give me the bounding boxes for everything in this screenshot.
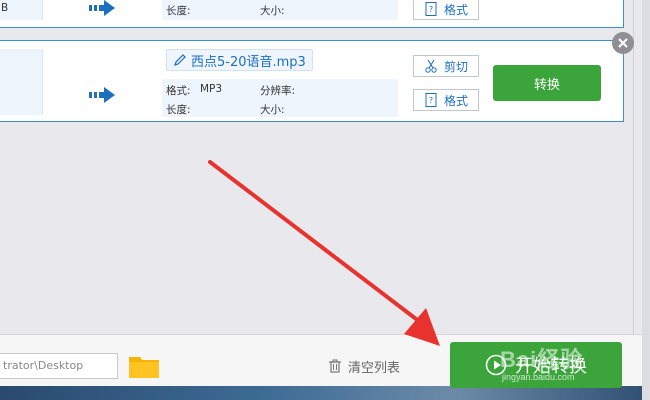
convert-arrow-icon [89, 87, 115, 103]
size-label: 大小: [260, 5, 285, 17]
format-value: MP3 [200, 83, 223, 95]
svg-text:?: ? [429, 96, 433, 105]
output-path-text: trator\Desktop [3, 359, 84, 372]
length-label: 长度: [166, 104, 191, 116]
format-button-label: 格式 [443, 93, 468, 108]
resolution-label: 分辨率: [260, 85, 296, 97]
file-name: 西点5-20语音.mp3 [191, 54, 306, 70]
convert-arrow-icon [89, 0, 115, 16]
file-thumbnail [0, 49, 43, 115]
start-convert-button[interactable]: 开始转换 [450, 342, 622, 388]
cut-button[interactable]: 剪切 [413, 55, 479, 77]
partial-text: B [1, 2, 9, 14]
desktop-background [0, 386, 650, 400]
pencil-icon [174, 54, 186, 66]
file-list: B 长度: 大小: ? 格式 西点5-20语音.mp3 格式: MP3 分辨率:… [0, 0, 642, 334]
file-thumbnail: B [0, 0, 43, 20]
clear-list-label: 清空列表 [348, 360, 401, 376]
format-file-icon: ? [425, 2, 437, 16]
start-convert-label: 开始转换 [515, 356, 587, 377]
convert-button[interactable]: 转换 [493, 65, 601, 101]
file-card: 西点5-20语音.mp3 格式: MP3 分辨率: 长度: 大小: 剪切 ? 格… [0, 40, 624, 122]
file-card-previous: B 长度: 大小: ? 格式 [0, 0, 624, 28]
output-path-input[interactable]: trator\Desktop [0, 353, 118, 379]
play-circle-icon [485, 354, 507, 376]
clear-list-button[interactable]: 清空列表 [328, 357, 401, 376]
format-label: 格式: [166, 85, 191, 97]
window-edge [642, 0, 650, 400]
length-label: 长度: [166, 5, 191, 17]
format-button[interactable]: ? 格式 [413, 89, 479, 111]
trash-icon [329, 359, 341, 373]
svg-text:?: ? [429, 5, 433, 14]
folder-icon[interactable] [128, 353, 160, 379]
remove-file-button[interactable] [612, 32, 634, 54]
scissors-icon [425, 59, 437, 73]
size-label: 大小: [260, 104, 285, 116]
list-divider [633, 0, 634, 334]
format-button[interactable]: ? 格式 [413, 0, 479, 20]
file-name-tag[interactable]: 西点5-20语音.mp3 [166, 49, 313, 71]
format-button-label: 格式 [443, 2, 468, 17]
convert-button-label: 转换 [533, 77, 560, 93]
format-file-icon: ? [425, 93, 437, 107]
close-icon [618, 38, 628, 48]
cut-button-label: 剪切 [443, 59, 468, 74]
